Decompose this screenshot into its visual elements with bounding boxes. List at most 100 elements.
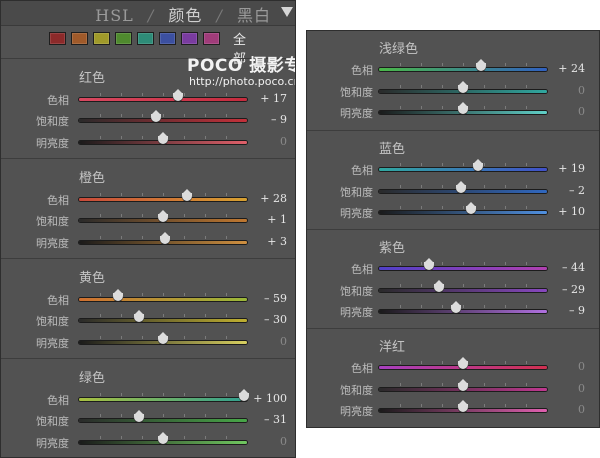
slider-handle[interactable]	[473, 159, 484, 171]
tab-separator: /	[147, 6, 155, 25]
slider-track[interactable]	[379, 68, 547, 71]
slider-value[interactable]: + 17	[251, 92, 287, 105]
slider-track[interactable]	[379, 168, 547, 171]
slider-value[interactable]: – 29	[549, 283, 585, 296]
slider-track[interactable]	[379, 289, 547, 292]
slider-handle[interactable]	[159, 232, 170, 244]
slider-handle[interactable]	[238, 389, 249, 401]
slider-value[interactable]: 0	[251, 435, 287, 448]
slider-value[interactable]: + 24	[549, 62, 585, 75]
slider-track[interactable]	[379, 310, 547, 313]
slider-row-luminance: 明亮度 0	[1, 332, 295, 350]
slider-handle[interactable]	[458, 379, 468, 391]
slider-value[interactable]: 0	[549, 382, 585, 395]
slider-handle[interactable]	[158, 210, 168, 222]
slider-value[interactable]: – 30	[251, 313, 287, 326]
slider-handle-body	[473, 163, 484, 171]
slider-label: 明亮度	[340, 405, 373, 418]
collapse-triangle-icon[interactable]	[281, 7, 293, 17]
slider-handle[interactable]	[424, 258, 435, 270]
slider-ticks	[79, 293, 247, 297]
slider-handle-body	[173, 93, 184, 101]
slider-handle[interactable]	[456, 181, 467, 193]
slider-value[interactable]: – 44	[549, 261, 585, 274]
slider-value[interactable]: 0	[549, 360, 585, 373]
slider-value[interactable]: + 19	[549, 162, 585, 175]
slider-value[interactable]: 0	[251, 135, 287, 148]
slider-value[interactable]: + 10	[549, 205, 585, 218]
slider-value[interactable]: – 31	[251, 413, 287, 426]
color-swatch-2[interactable]	[93, 32, 110, 45]
slider-tick	[184, 136, 185, 139]
slider-value[interactable]: 0	[549, 105, 585, 118]
slider-value[interactable]: – 9	[549, 304, 585, 317]
slider-row-hue: 色相 – 44	[307, 258, 599, 276]
slider-track[interactable]	[379, 211, 547, 214]
slider-handle[interactable]	[181, 189, 192, 201]
slider-value[interactable]: + 3	[251, 235, 287, 248]
slider-handle[interactable]	[458, 102, 468, 114]
left-section-3: 绿色 色相 + 100 饱和度 – 31 明亮度 0	[1, 358, 295, 457]
slider-row-hue: 色相 + 19	[307, 159, 599, 177]
slider-tick	[421, 305, 422, 308]
slider-value[interactable]: – 59	[251, 292, 287, 305]
color-swatch-6[interactable]	[181, 32, 198, 45]
tab-color[interactable]: 颜色	[168, 6, 202, 25]
color-swatch-7[interactable]	[203, 32, 220, 45]
slider-track[interactable]	[79, 198, 247, 201]
color-swatch-5[interactable]	[159, 32, 176, 45]
slider-handle[interactable]	[458, 81, 468, 93]
slider-value[interactable]: 0	[251, 335, 287, 348]
left-section-2: 黄色 色相 – 59 饱和度 – 30 明亮度 0	[1, 258, 295, 359]
hsl-panel-right: 浅绿色 色相 + 24 饱和度 0 明亮度 0 蓝色 色相 + 19 饱和度 – 2 明亮度 + 10 紫色…	[306, 30, 600, 428]
slider-handle[interactable]	[458, 357, 468, 369]
slider-value[interactable]: 0	[549, 84, 585, 97]
slider-handle[interactable]	[158, 432, 168, 444]
slider-tick	[421, 284, 422, 287]
slider-handle[interactable]	[151, 110, 162, 122]
slider-handle-body	[134, 314, 145, 322]
tab-black-white[interactable]: 黑白	[237, 6, 271, 25]
slider-handle[interactable]	[158, 132, 168, 144]
slider-track[interactable]	[79, 398, 247, 401]
slider-tick	[526, 262, 527, 265]
slider-tick	[505, 85, 506, 88]
slider-handle[interactable]	[458, 400, 468, 412]
slider-handle[interactable]	[173, 89, 184, 101]
color-swatch-1[interactable]	[71, 32, 88, 45]
left-section-1: 橙色 色相 + 28 饱和度 + 1 明亮度 + 3	[1, 158, 295, 259]
slider-tick	[442, 185, 443, 188]
slider-value[interactable]: + 28	[251, 192, 287, 205]
slider-handle[interactable]	[476, 59, 487, 71]
slider-value[interactable]: + 100	[251, 392, 287, 405]
slider-handle[interactable]	[134, 410, 145, 422]
slider-track[interactable]	[79, 319, 247, 322]
slider-value[interactable]: – 2	[549, 184, 585, 197]
color-swatch-4[interactable]	[137, 32, 154, 45]
slider-handle[interactable]	[158, 332, 168, 344]
slider-value[interactable]: + 1	[251, 213, 287, 226]
tab-hsl[interactable]: HSL	[95, 6, 134, 25]
slider-ticks	[79, 193, 247, 197]
color-swatch-3[interactable]	[115, 32, 132, 45]
slider-value[interactable]: – 9	[251, 113, 287, 126]
slider-track[interactable]	[79, 298, 247, 301]
slider-track[interactable]	[79, 419, 247, 422]
color-swatch-0[interactable]	[49, 32, 66, 45]
slider-track[interactable]	[79, 119, 247, 122]
slider-track[interactable]	[79, 98, 247, 101]
slider-ticks	[379, 163, 547, 167]
slider-tick	[400, 185, 401, 188]
slider-value[interactable]: 0	[549, 403, 585, 416]
slider-track[interactable]	[379, 267, 547, 270]
slider-tick	[100, 336, 101, 339]
slider-handle[interactable]	[134, 310, 145, 322]
slider-handle[interactable]	[434, 280, 445, 292]
slider-tick	[163, 314, 164, 317]
slider-handle[interactable]	[451, 301, 462, 313]
slider-row-luminance: 明亮度 + 10	[307, 202, 599, 220]
slider-handle[interactable]	[112, 289, 123, 301]
slider-handle[interactable]	[466, 202, 477, 214]
slider-ticks	[379, 63, 547, 67]
slider-tick	[142, 193, 143, 196]
